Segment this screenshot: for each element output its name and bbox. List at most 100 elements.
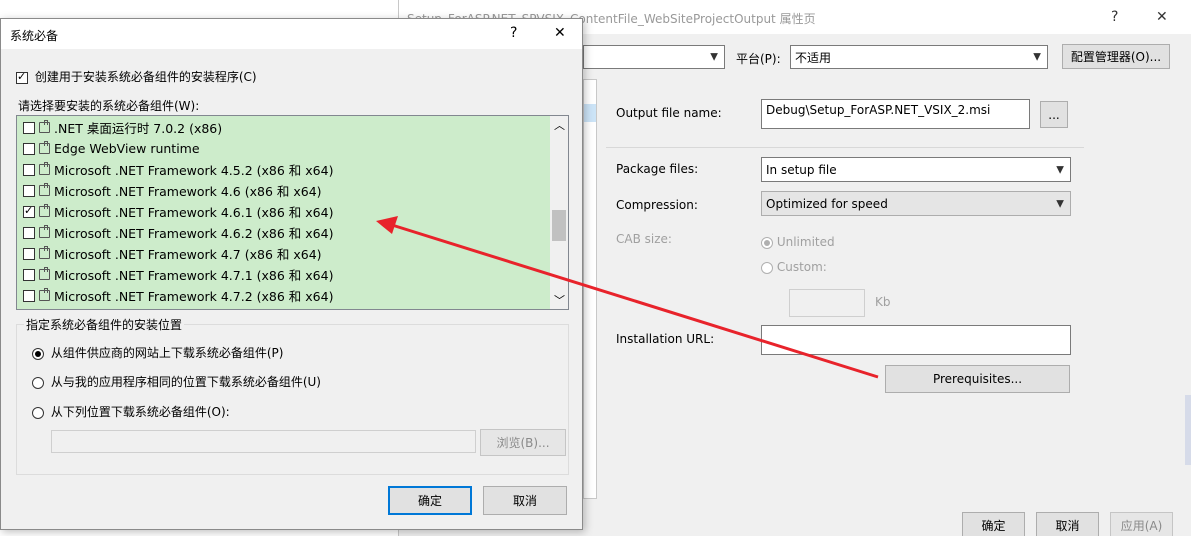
checkbox-icon[interactable]	[23, 247, 35, 260]
package-icon	[39, 162, 50, 175]
package-icon	[39, 225, 50, 238]
package-files-combo[interactable]: In setup file ▼	[761, 157, 1071, 182]
prerequisites-button[interactable]: Prerequisites...	[885, 365, 1070, 393]
chevron-down-icon: ▼	[1033, 51, 1041, 63]
list-item-label: Microsoft .NET Framework 4.7 (x86 和 x64)	[54, 247, 322, 262]
nav-pane-selection	[584, 104, 596, 122]
same-location-label: 从与我的应用程序相同的位置下载系统必备组件(U)	[50, 375, 321, 389]
dialog-cancel-button[interactable]: 取消	[483, 486, 567, 515]
list-item-label: Microsoft .NET Framework 4.6.1 (x86 和 x6…	[54, 205, 334, 220]
separator	[606, 147, 1084, 148]
list-item[interactable]: Microsoft .NET Framework 4.6 (x86 和 x64)	[17, 180, 550, 201]
checkbox-icon[interactable]	[23, 142, 35, 155]
dialog-ok-button[interactable]: 确定	[388, 486, 472, 515]
close-icon[interactable]: ✕	[1156, 9, 1168, 25]
prerequisites-list[interactable]: .NET 桌面运行时 7.0.2 (x86) Edge WebView runti…	[16, 115, 569, 310]
cancel-button[interactable]: 取消	[1036, 512, 1099, 536]
create-installer-label: 创建用于安装系统必备组件的安装程序(C)	[34, 70, 257, 84]
platform-combo[interactable]: 不适用 ▼	[790, 45, 1048, 69]
list-item-label: Microsoft .NET Framework 4.6.2 (x86 和 x6…	[54, 226, 334, 241]
vendor-download-radio[interactable]: 从组件供应商的网站上下载系统必备组件(P)	[32, 344, 283, 361]
configuration-manager-button[interactable]: 配置管理器(O)...	[1062, 44, 1170, 69]
help-icon[interactable]: ?	[1111, 9, 1118, 25]
list-item[interactable]: Microsoft .NET Framework 4.6.1 (x86 和 x6…	[17, 201, 550, 222]
create-installer-checkbox[interactable]: 创建用于安装系统必备组件的安装程序(C)	[16, 68, 257, 85]
help-icon[interactable]: ?	[510, 25, 517, 41]
scroll-up-icon[interactable]: ︿	[554, 117, 565, 133]
checkbox-icon[interactable]	[23, 268, 35, 281]
radio-icon	[761, 236, 773, 249]
list-item[interactable]: Microsoft .NET Framework 4.5.2 (x86 和 x6…	[17, 159, 550, 180]
list-item-label: .NET 桌面运行时 7.0.2 (x86)	[54, 121, 223, 136]
checkbox-icon[interactable]	[23, 289, 35, 302]
dialog-title: 系统必备	[10, 29, 59, 43]
compression-combo[interactable]: Optimized for speed ▼	[761, 191, 1071, 216]
list-item-label: Microsoft .NET Framework 4.5.2 (x86 和 x6…	[54, 163, 334, 178]
compression-value: Optimized for speed	[766, 196, 888, 211]
list-item-label: Microsoft .NET Framework 4.7.1 (x86 和 x6…	[54, 268, 334, 283]
list-item-label: Microsoft .NET Framework 4.7.2 (x86 和 x6…	[54, 289, 334, 304]
installation-url-label: Installation URL:	[616, 332, 715, 346]
list-item[interactable]: Microsoft .NET Framework 4.7 (x86 和 x64)	[17, 243, 550, 264]
list-item[interactable]: Microsoft .NET Framework 4.7.1 (x86 和 x6…	[17, 264, 550, 285]
configuration-combo[interactable]: ▼	[583, 45, 725, 69]
list-item[interactable]: Microsoft .NET Framework 4.6.2 (x86 和 x6…	[17, 222, 550, 243]
apply-button[interactable]: 应用(A)	[1110, 512, 1173, 536]
output-file-input[interactable]: Debug\Setup_ForASP.NET_VSIX_2.msi	[761, 99, 1030, 129]
list-item[interactable]: Microsoft .NET Framework 4.7.2 (x86 和 x6…	[17, 285, 550, 306]
prerequisites-dialog: 系统必备 ? ✕ 创建用于安装系统必备组件的安装程序(C) 请选择要安装的系统必…	[0, 18, 583, 530]
content-frame-border	[1185, 395, 1191, 465]
radio-icon	[761, 261, 773, 274]
custom-location-label: 从下列位置下载系统必备组件(O):	[50, 405, 230, 419]
checkbox-icon[interactable]	[23, 184, 35, 197]
checkbox-icon[interactable]	[23, 121, 35, 134]
chevron-down-icon: ▼	[710, 51, 718, 63]
custom-label: Custom:	[776, 260, 827, 274]
list-item[interactable]: Edge WebView runtime	[17, 138, 550, 159]
radio-icon	[32, 347, 44, 360]
package-icon	[39, 120, 50, 133]
cab-size-input[interactable]	[789, 289, 865, 317]
chevron-down-icon: ▼	[1056, 164, 1064, 175]
output-browse-button[interactable]: ...	[1040, 101, 1068, 128]
nav-pane	[583, 79, 597, 499]
package-icon	[39, 204, 50, 217]
scroll-down-icon[interactable]: ﹀	[554, 292, 565, 308]
kb-label: Kb	[875, 295, 891, 309]
unlimited-label: Unlimited	[776, 235, 835, 249]
checkbox-icon[interactable]	[23, 163, 35, 176]
location-group-label: 指定系统必备组件的安装位置	[24, 316, 185, 333]
custom-radio[interactable]: Custom:	[761, 260, 827, 274]
package-files-label: Package files:	[616, 162, 699, 176]
close-icon[interactable]: ✕	[554, 25, 566, 41]
compression-label: Compression:	[616, 198, 698, 212]
list-item-label: Edge WebView runtime	[54, 141, 200, 156]
output-file-label: Output file name:	[616, 106, 722, 120]
package-icon	[39, 246, 50, 259]
same-location-radio[interactable]: 从与我的应用程序相同的位置下载系统必备组件(U)	[32, 373, 321, 390]
checkbox-icon[interactable]	[23, 204, 35, 218]
choose-label: 请选择要安装的系统必备组件(W):	[18, 99, 200, 113]
vendor-download-label: 从组件供应商的网站上下载系统必备组件(P)	[50, 346, 284, 360]
prerequisites-items: .NET 桌面运行时 7.0.2 (x86) Edge WebView runti…	[17, 117, 550, 306]
ok-button[interactable]: 确定	[962, 512, 1025, 536]
custom-location-input[interactable]	[51, 430, 476, 453]
platform-value: 不适用	[795, 50, 832, 65]
custom-location-radio[interactable]: 从下列位置下载系统必备组件(O):	[32, 403, 230, 420]
radio-icon	[32, 376, 44, 389]
package-icon	[39, 141, 50, 154]
list-item[interactable]: .NET 桌面运行时 7.0.2 (x86)	[17, 117, 550, 138]
cab-size-label: CAB size:	[616, 232, 672, 246]
installation-url-input[interactable]	[761, 325, 1071, 355]
checkbox-icon[interactable]	[23, 226, 35, 239]
scroll-thumb[interactable]	[552, 210, 566, 241]
checkbox-icon	[16, 70, 28, 84]
package-icon	[39, 288, 50, 301]
unlimited-radio[interactable]: Unlimited	[761, 235, 835, 249]
package-files-value: In setup file	[766, 162, 837, 177]
browse-button[interactable]: 浏览(B)...	[480, 429, 566, 456]
platform-label: 平台(P):	[736, 52, 781, 66]
radio-icon	[32, 406, 44, 419]
list-item-label: Microsoft .NET Framework 4.6 (x86 和 x64)	[54, 184, 322, 199]
scrollbar[interactable]: ︿ ﹀	[550, 116, 568, 309]
